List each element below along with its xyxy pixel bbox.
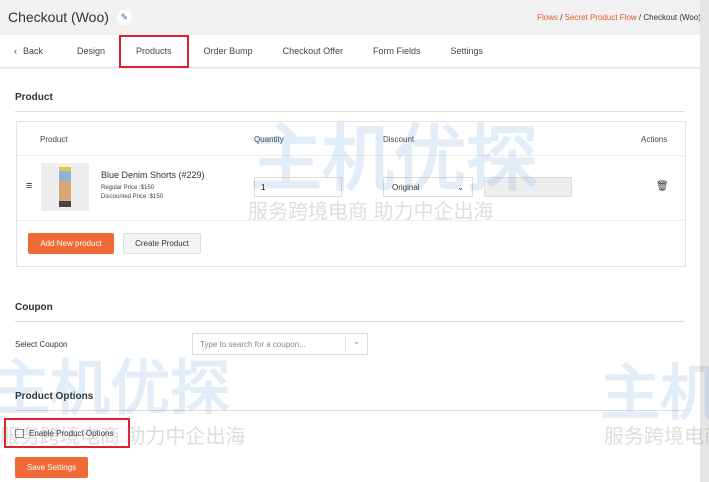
product-table: Product Quantity Discount Actions ≡ Blue…: [16, 121, 686, 267]
chevron-down-icon: ⌄: [345, 337, 367, 351]
col-quantity: Quantity: [254, 135, 284, 144]
discount-type-value: Original: [392, 183, 420, 192]
discount-type-select[interactable]: Original ⌄: [383, 177, 473, 197]
product-heading: Product: [15, 92, 53, 103]
table-row: ≡ Blue Denim Shorts (#229) Regular Price…: [17, 155, 685, 221]
col-discount: Discount: [383, 135, 415, 144]
tab-settings[interactable]: Settings: [435, 35, 498, 68]
checkbox-icon[interactable]: [15, 428, 24, 438]
coupon-heading: Coupon: [15, 302, 53, 313]
tab-order-bump[interactable]: Order Bump: [189, 35, 268, 68]
create-product-button[interactable]: Create Product: [123, 233, 201, 254]
chevron-down-icon: ⌄: [457, 183, 464, 192]
add-new-product-button[interactable]: Add New product: [28, 233, 114, 254]
col-actions: Actions: [641, 135, 668, 144]
page-header: Checkout (Woo) ✎ Flows / Secret Product F…: [0, 0, 709, 34]
enable-product-options-checkbox[interactable]: Enable Product Options: [4, 418, 130, 448]
product-name: Blue Denim Shorts (#229): [101, 170, 205, 180]
divider: [15, 321, 685, 322]
product-image: [41, 163, 89, 211]
sep: /: [557, 12, 565, 22]
col-product: Product: [40, 135, 68, 144]
tab-bar: ‹ Back Design Products Order Bump Checkou…: [0, 34, 700, 68]
select-coupon-label: Select Coupon: [15, 340, 68, 349]
discounted-price: Discounted Price :$150: [101, 194, 164, 200]
breadcrumb-flows[interactable]: Flows: [537, 13, 558, 22]
trash-icon[interactable]: 🗑: [656, 181, 669, 192]
save-settings-button[interactable]: Save Settings: [15, 457, 88, 478]
coupon-placeholder: Type to search for a coupon...: [200, 340, 306, 349]
title-text: Checkout (Woo): [8, 9, 109, 25]
product-options-heading: Product Options: [15, 391, 94, 402]
page-title: Checkout (Woo) ✎: [8, 9, 132, 25]
edit-pencil-icon[interactable]: ✎: [116, 9, 132, 25]
scrollbar[interactable]: [700, 0, 709, 482]
discount-value-input[interactable]: [484, 177, 572, 197]
divider: [15, 410, 685, 411]
tab-form-fields[interactable]: Form Fields: [358, 35, 436, 68]
coupon-search-input[interactable]: Type to search for a coupon... ⌄: [192, 333, 368, 355]
divider: [15, 111, 685, 112]
breadcrumb-flow[interactable]: Secret Product Flow: [565, 13, 637, 22]
chevron-left-icon: ‹: [14, 46, 17, 56]
regular-price: Regular Price :$150: [101, 185, 155, 191]
tab-checkout-offer[interactable]: Checkout Offer: [268, 35, 358, 68]
main-content: Product Product Quantity Discount Action…: [0, 69, 700, 482]
tab-label: Back: [23, 46, 44, 56]
drag-handle-icon[interactable]: ≡: [26, 180, 32, 192]
tab-products[interactable]: Products: [119, 34, 189, 68]
checkbox-label: Enable Product Options: [29, 428, 114, 438]
tab-back[interactable]: ‹ Back: [0, 35, 57, 68]
breadcrumb: Flows / Secret Product Flow / Checkout (…: [537, 13, 701, 22]
tab-design[interactable]: Design: [57, 35, 119, 68]
quantity-input[interactable]: [254, 177, 342, 197]
breadcrumb-current: Checkout (Woo): [643, 12, 701, 22]
